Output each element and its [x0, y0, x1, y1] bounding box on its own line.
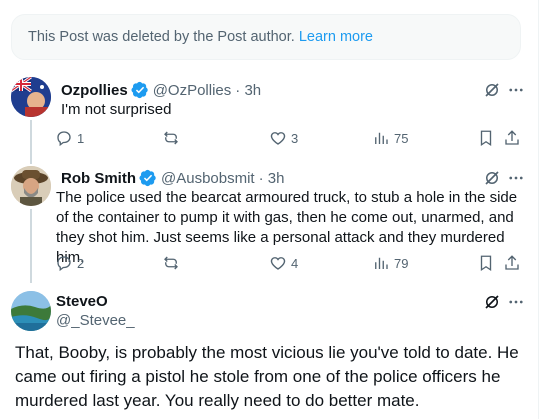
verified-badge-icon [139, 169, 156, 187]
share-icon [505, 255, 519, 270]
like-icon [270, 132, 286, 145]
thread-line [30, 209, 32, 283]
reply-count: 2 [77, 255, 85, 271]
more-icon[interactable] [506, 168, 526, 188]
post-text: I'm not surprised [61, 101, 172, 118]
reply-icon [57, 256, 71, 272]
views-button[interactable]: 75 [372, 128, 408, 148]
post-time[interactable]: · 3h [259, 170, 285, 187]
share-icon [505, 130, 519, 145]
deleted-post-notice: This Post was deleted by the Post author… [11, 14, 521, 60]
grok-icon[interactable] [482, 80, 502, 100]
like-button[interactable]: 4 [269, 253, 298, 273]
author-name[interactable]: Ozpollies [61, 82, 128, 99]
share-button[interactable] [503, 253, 521, 273]
deleted-notice-text: This Post was deleted by the Post author… [28, 29, 295, 45]
views-count: 79 [394, 255, 409, 271]
like-count: 4 [291, 255, 299, 271]
views-count: 75 [394, 130, 409, 146]
bookmark-icon [480, 255, 492, 272]
views-icon [375, 132, 388, 144]
learn-more-link[interactable]: Learn more [299, 29, 373, 45]
reply-button[interactable]: 1 [55, 128, 84, 148]
author-handle[interactable]: @OzPollies [153, 82, 232, 99]
post-top-actions [478, 168, 526, 188]
bookmark-button[interactable] [477, 128, 495, 148]
thread-line [30, 120, 32, 164]
post-text: That, Booby, is probably the most viciou… [15, 343, 519, 410]
grok-icon[interactable] [482, 292, 502, 312]
repost-button[interactable] [162, 128, 184, 148]
post-time[interactable]: · 3h [235, 82, 261, 99]
like-icon [270, 257, 286, 270]
author-handle[interactable]: @_Stevee_ [56, 312, 135, 329]
views-icon [375, 257, 388, 269]
reply-count: 1 [77, 130, 85, 146]
repost-icon [164, 256, 178, 270]
author-name[interactable]: SteveO [56, 293, 108, 310]
grok-icon[interactable] [482, 168, 502, 188]
more-icon[interactable] [506, 292, 526, 312]
like-count: 3 [291, 130, 299, 146]
post-header-handle: @_Stevee_ [56, 312, 135, 329]
column-border [538, 0, 539, 419]
post-header: SteveO [56, 293, 108, 310]
bookmark-icon [480, 130, 492, 147]
views-button[interactable]: 79 [372, 253, 408, 273]
post-header: Ozpollies @OzPollies · 3h [61, 81, 261, 99]
like-button[interactable]: 3 [269, 128, 298, 148]
reply-button[interactable]: 2 [55, 253, 84, 273]
author-handle[interactable]: @Ausbobsmit [161, 170, 255, 187]
reply-icon [57, 131, 71, 147]
repost-icon [164, 131, 178, 145]
share-button[interactable] [503, 128, 521, 148]
post-actions: 1 3 75 [55, 128, 525, 148]
verified-badge-icon [131, 81, 148, 99]
avatar[interactable] [11, 291, 51, 331]
post-header: Rob Smith @Ausbobsmit · 3h [61, 169, 284, 187]
more-icon[interactable] [506, 80, 526, 100]
repost-button[interactable] [162, 253, 184, 273]
post-top-actions [478, 292, 526, 312]
author-name[interactable]: Rob Smith [61, 170, 136, 187]
avatar[interactable] [11, 77, 51, 117]
avatar[interactable] [11, 166, 51, 206]
post-actions: 2 4 79 [55, 253, 525, 273]
bookmark-button[interactable] [477, 253, 495, 273]
post-top-actions [478, 80, 526, 100]
